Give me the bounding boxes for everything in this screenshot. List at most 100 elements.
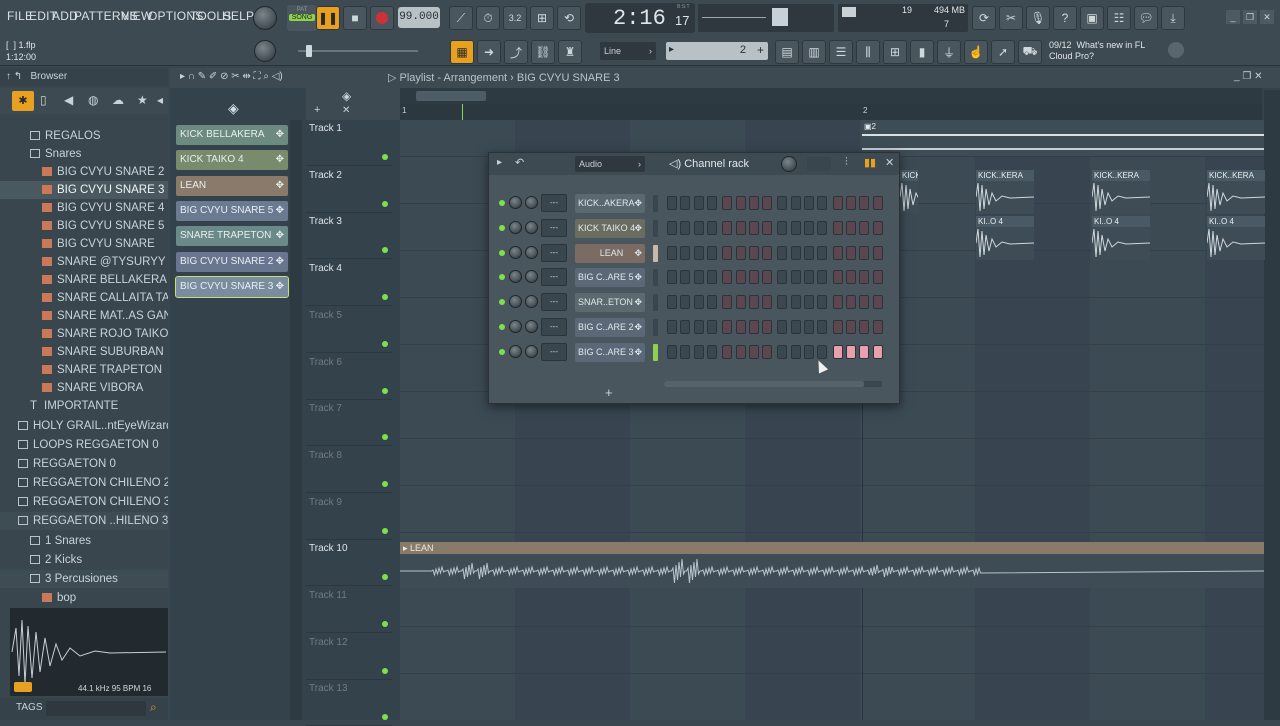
step-button[interactable] xyxy=(722,220,733,235)
channel-name-button[interactable]: SNAR..ETON ✥ xyxy=(575,293,645,313)
audio-clip[interactable]: KICK..KERA xyxy=(1207,170,1265,214)
track-mute-led[interactable] xyxy=(382,714,388,721)
step-button[interactable] xyxy=(762,270,773,285)
step-button[interactable] xyxy=(859,295,870,310)
step-button[interactable] xyxy=(762,320,773,334)
microphone-icon[interactable]: 🎙︎ xyxy=(1026,6,1050,30)
step-button[interactable] xyxy=(748,245,759,260)
waveform-icon[interactable]: ◈ xyxy=(228,100,239,117)
browser-icon[interactable]: ⊞ xyxy=(883,40,907,64)
drag-handle-icon[interactable]: ✥ xyxy=(276,277,284,297)
browser-item[interactable]: BIG CVYU SNARE 4 xyxy=(0,199,168,217)
step-button[interactable] xyxy=(693,295,704,310)
step-button[interactable] xyxy=(804,245,814,260)
track-mute-led[interactable] xyxy=(382,621,388,627)
browser-nav-icon[interactable]: ↑ ↰ xyxy=(6,71,22,82)
step-button[interactable] xyxy=(667,220,677,235)
channel-mute-led[interactable] xyxy=(499,324,505,330)
browser-item[interactable]: REGGAETON 0 xyxy=(0,455,168,473)
drag-handle-icon[interactable]: ✥ xyxy=(634,293,642,312)
step-button[interactable] xyxy=(748,344,759,359)
step-button[interactable] xyxy=(706,270,717,285)
channel-mixer-track[interactable]: --- xyxy=(541,194,567,212)
track-header[interactable]: Track 4 xyxy=(306,260,392,307)
step-button[interactable] xyxy=(817,270,828,285)
track-header[interactable]: Track 2 xyxy=(306,167,392,213)
mixer-icon[interactable]: ☷ xyxy=(1107,6,1131,30)
step-button[interactable] xyxy=(735,196,746,210)
master-volume-knob[interactable] xyxy=(253,6,277,30)
track-mute-led[interactable] xyxy=(382,527,388,534)
step-button[interactable] xyxy=(693,245,704,260)
playlist-icon[interactable]: ▤ xyxy=(775,40,799,64)
speaker-tab-icon[interactable]: ◀ xyxy=(64,93,73,107)
channel-pan-knob[interactable] xyxy=(525,295,538,309)
step-button[interactable] xyxy=(667,344,677,359)
chat-icon[interactable]: 💬︎ xyxy=(1134,6,1158,30)
rack-swing-knob[interactable] xyxy=(781,156,797,172)
plugin-picker-icon[interactable]: ▮ xyxy=(910,40,934,64)
channel-name-button[interactable]: BIG C..ARE 5 ✥ xyxy=(575,268,645,288)
step-button[interactable] xyxy=(667,245,677,260)
browser-item[interactable]: REGALOS xyxy=(0,127,168,145)
step-button[interactable] xyxy=(804,220,814,235)
channel-volume-knob[interactable] xyxy=(509,196,522,209)
step-button[interactable] xyxy=(804,320,814,334)
timeline-ruler[interactable]: 1 2 xyxy=(400,104,1262,120)
drag-handle-icon[interactable]: ✥ xyxy=(276,201,284,221)
track-header[interactable]: Track 9 xyxy=(306,494,392,540)
record-button[interactable] xyxy=(370,6,394,30)
track-mute-led[interactable] xyxy=(382,667,388,674)
plug-icon[interactable]: ⏚ xyxy=(937,40,961,64)
channel-select-indicator[interactable] xyxy=(653,343,658,361)
step-button[interactable] xyxy=(722,295,733,310)
step-button[interactable] xyxy=(777,220,788,235)
step-button[interactable] xyxy=(872,196,883,210)
drag-handle-icon[interactable]: ✥ xyxy=(634,318,642,337)
channel-mute-led[interactable] xyxy=(499,274,505,281)
channel-pan-knob[interactable] xyxy=(525,220,538,234)
channel-mixer-track[interactable]: --- xyxy=(541,243,567,262)
step-button[interactable] xyxy=(845,270,856,285)
browser-item[interactable]: 3 Percusiones xyxy=(0,570,168,588)
track-header[interactable]: Track 12 xyxy=(306,634,392,680)
step-button[interactable] xyxy=(748,320,759,334)
channel-select-indicator[interactable] xyxy=(653,269,658,287)
channel-pan-knob[interactable] xyxy=(525,245,538,259)
pattern-item[interactable]: SNARE TRAPETON ✥ xyxy=(176,226,288,247)
globe-tab-icon[interactable]: ◍ xyxy=(88,93,98,107)
step-button[interactable] xyxy=(804,196,814,210)
step-button[interactable] xyxy=(693,320,704,334)
cloud-tab-icon[interactable]: ☁ xyxy=(112,93,124,107)
tempo-display[interactable]: 99.000 xyxy=(398,7,440,28)
sample-preview[interactable]: 44.1 kHz 95 BPM 16 xyxy=(10,608,168,696)
step-button[interactable] xyxy=(845,196,856,210)
browser-item[interactable]: BIG CVYU SNARE 5 xyxy=(0,217,168,235)
step-button[interactable] xyxy=(832,295,843,310)
step-button[interactable] xyxy=(735,295,746,310)
step-button[interactable] xyxy=(790,320,801,334)
step-button[interactable] xyxy=(872,295,883,310)
step-button[interactable] xyxy=(817,320,828,334)
channel-pan-knob[interactable] xyxy=(525,270,538,284)
graph-editor-icon[interactable]: ⫶ xyxy=(845,156,848,169)
browser-item[interactable]: SNARE CALLAITA TAINY xyxy=(0,289,168,307)
track-header[interactable]: Track 13 xyxy=(306,680,392,726)
master-slider[interactable] xyxy=(298,45,418,57)
touch-icon[interactable]: ☝ xyxy=(964,40,988,64)
track-mute-led[interactable] xyxy=(382,387,388,394)
step-button[interactable] xyxy=(680,220,691,235)
step-stepper[interactable]: ▸ 2 + xyxy=(666,42,768,60)
step-button[interactable] xyxy=(859,196,870,210)
browser-item[interactable]: REGGAETON ..HILENO 3.1 xyxy=(0,512,168,530)
step-button[interactable] xyxy=(706,220,717,235)
step-button[interactable] xyxy=(693,196,704,210)
step-button[interactable] xyxy=(748,220,759,235)
step-button[interactable] xyxy=(872,344,883,359)
channel-mixer-track[interactable]: --- xyxy=(541,218,567,237)
track-mute-led[interactable] xyxy=(382,154,388,160)
step-button[interactable] xyxy=(817,196,828,210)
audio-clip[interactable]: KI..O 4 xyxy=(1092,216,1150,260)
undo-history-icon[interactable]: ⟳ xyxy=(972,6,996,30)
channel-mixer-track[interactable]: --- xyxy=(541,268,567,287)
